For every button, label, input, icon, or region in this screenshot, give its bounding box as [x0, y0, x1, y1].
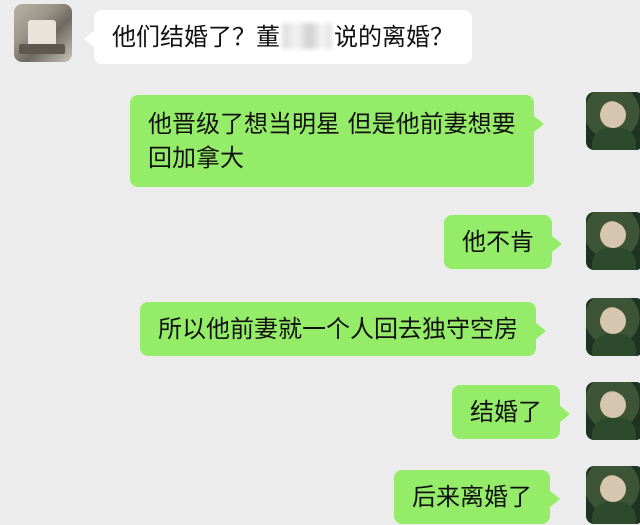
avatar-self[interactable] [586, 466, 640, 524]
message-text: 后来离婚了 [412, 483, 532, 511]
avatar-body [592, 502, 636, 524]
avatar-body [592, 128, 636, 150]
message-text-line: 他晋级了想当明星 但是他前妻想要 [148, 110, 516, 138]
redacted-name [282, 23, 332, 49]
message-text: 说的离婚？ [334, 23, 454, 51]
avatar-face [600, 308, 626, 334]
message-bubble-outgoing[interactable]: 他晋级了想当明星 但是他前妻想要 回加拿大 [130, 95, 544, 187]
avatar-body [592, 248, 636, 270]
avatar-face [600, 392, 626, 418]
avatar-body [592, 418, 636, 440]
message-text-line: 回加拿大 [148, 144, 244, 172]
message-text: 他不肯 [462, 228, 534, 256]
message-text: 结婚了 [470, 398, 542, 426]
avatar-self[interactable] [586, 212, 640, 270]
avatar-image-detail [19, 44, 65, 54]
message-bubble-outgoing[interactable]: 他不肯 [444, 215, 562, 269]
message-text: 所以他前妻就一个人回去独守空房 [158, 315, 518, 343]
message-bubble-incoming[interactable]: 他们结婚了？董 说的离婚？ [84, 10, 472, 64]
avatar-self[interactable] [586, 382, 640, 440]
avatar-self[interactable] [586, 298, 640, 356]
avatar-self[interactable] [586, 92, 640, 150]
avatar-image-detail [28, 20, 56, 46]
message-text: 他们结婚了？董 [112, 23, 280, 51]
avatar-body [592, 334, 636, 356]
message-bubble-outgoing[interactable]: 后来离婚了 [394, 470, 560, 524]
message-bubble-outgoing[interactable]: 所以他前妻就一个人回去独守空房 [140, 302, 546, 356]
avatar-contact[interactable] [14, 4, 72, 62]
avatar-face [600, 476, 626, 502]
avatar-face [600, 222, 626, 248]
avatar-face [600, 102, 626, 128]
message-bubble-outgoing[interactable]: 结婚了 [452, 385, 570, 439]
